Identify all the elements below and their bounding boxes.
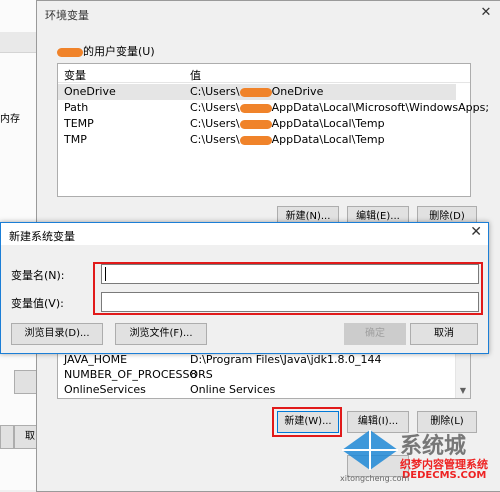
dialog-title-bar: 新建系统变量 ✕ (1, 223, 488, 245)
row-value-suffix: OneDrive (271, 85, 324, 98)
row-value-prefix: C:\Users\ (190, 117, 240, 130)
window-close-button[interactable]: ✕ (471, 1, 500, 25)
row-variable: Path (64, 101, 89, 114)
dialog-close-icon[interactable]: ✕ (470, 224, 482, 240)
dialog-ok-button[interactable]: 确定 (344, 323, 406, 345)
row-variable: TMP (64, 133, 87, 146)
row-variable: TEMP (64, 117, 94, 130)
variable-name-label: 变量名(N): (11, 269, 65, 282)
table-row[interactable]: JAVA_HOME D:\Program Files\Java\jdk1.8.0… (58, 352, 456, 368)
row-value: Online Services (190, 383, 276, 396)
new-system-variable-dialog: 新建系统变量 ✕ 变量名(N): 变量值(V): 浏览目录(D)... 浏览文件… (0, 222, 489, 354)
dialog-cancel-button[interactable]: 取消 (410, 323, 478, 345)
table-row[interactable]: Path C:\Users\ AppData\Local\Microsoft\Wi… (58, 100, 489, 116)
watermark: 系统城 织梦内容管理系统 DEDECMS.COM xitongcheng.com (340, 428, 500, 490)
browse-file-button[interactable]: 浏览文件(F)... (115, 323, 207, 345)
user-variables-table[interactable]: 变量 值 OneDrive C:\Users\ OneDrive Path C:\… (57, 63, 489, 197)
watermark-url: xitongcheng.com (340, 474, 410, 483)
row-variable: JAVA_HOME (64, 353, 128, 366)
table-row[interactable]: OneDrive C:\Users\ OneDrive (58, 84, 456, 100)
table-header: 变量 值 (58, 64, 470, 83)
redacted-username (239, 135, 272, 145)
browse-directory-button[interactable]: 浏览目录(D)... (11, 323, 103, 345)
row-variable: OneDrive (64, 85, 116, 98)
table-row[interactable]: TMP C:\Users\ AppData\Local\Temp (58, 132, 456, 148)
windows-logo-icon (342, 430, 398, 470)
variable-value-label: 变量值(V): (11, 297, 64, 310)
redacted-username (239, 87, 272, 97)
highlight-box-new-button (272, 407, 342, 437)
highlight-box-inputs (93, 262, 483, 315)
watermark-site-en: DEDECMS.COM (402, 470, 487, 481)
redacted-username (57, 47, 83, 57)
redacted-username (239, 103, 272, 113)
row-value-suffix: AppData\Local\Temp (271, 117, 385, 130)
row-value-suffix: AppData\Local\Microsoft\WindowsApps; (271, 101, 490, 114)
row-value-prefix: C:\Users\ (190, 133, 240, 146)
table-row[interactable]: TEMP C:\Users\ AppData\Local\Temp (58, 116, 456, 132)
dialog-title: 新建系统变量 (9, 230, 75, 243)
column-header-variable[interactable]: 变量 (64, 67, 86, 83)
column-header-value[interactable]: 值 (190, 67, 201, 83)
row-value-prefix: C:\Users\ (190, 85, 240, 98)
row-value-suffix: AppData\Local\Temp (271, 133, 385, 146)
table-row[interactable]: NUMBER_OF_PROCESSORS 8 (58, 367, 456, 383)
user-variables-label-text: 的用户变量(U) (83, 45, 155, 58)
background-button-2[interactable] (0, 425, 14, 449)
row-value-prefix: C:\Users\ (190, 101, 240, 114)
row-variable: OnlineServices (64, 383, 146, 396)
redacted-username (239, 119, 272, 129)
user-variables-group-label: 的用户变量(U) (57, 43, 155, 59)
table-row[interactable]: OnlineServices Online Services (58, 382, 456, 398)
background-memory-text: 内存 (0, 114, 20, 125)
row-value: D:\Program Files\Java\jdk1.8.0_144 (190, 353, 382, 366)
row-value: 8 (190, 368, 197, 381)
scroll-down-icon[interactable]: ▼ (456, 384, 470, 398)
window-title: 环境变量 (45, 9, 89, 22)
